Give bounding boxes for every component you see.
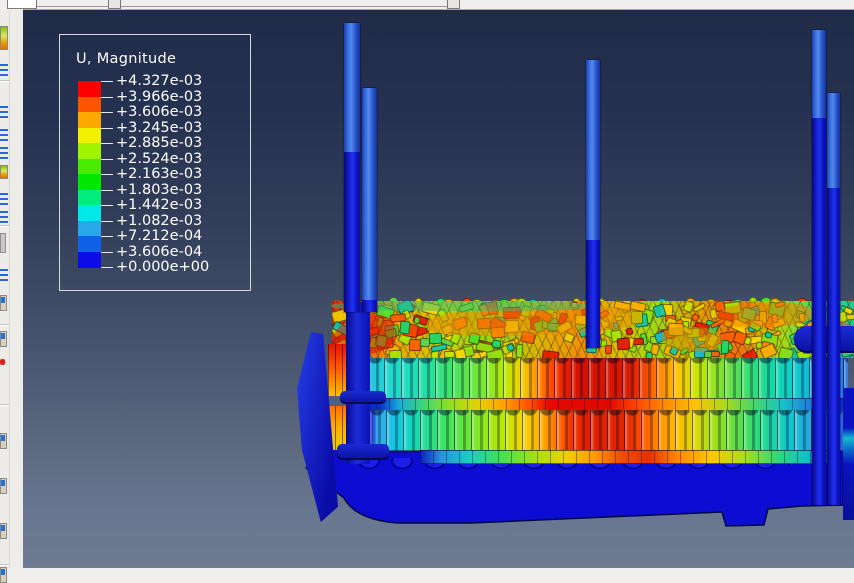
legend-values: +4.327e-03+3.966e-03+3.606e-03+3.245e-03…	[116, 81, 226, 267]
legend-swatch	[78, 252, 101, 268]
tie-rod	[362, 88, 377, 312]
toolbox-icon[interactable]	[0, 567, 7, 583]
toolbox-icon[interactable]	[0, 211, 8, 223]
toolbox-icon[interactable]	[0, 433, 7, 449]
legend-tick	[101, 128, 113, 129]
toolbox-divider	[0, 81, 9, 82]
legend-tick	[101, 159, 113, 160]
toolbox-icon[interactable]	[0, 478, 7, 494]
toolbox-icon[interactable]	[0, 165, 8, 179]
toolbox-icon[interactable]	[0, 523, 7, 539]
toolbar-field[interactable]	[7, 0, 37, 9]
toolbox-icon-accent	[1, 435, 5, 441]
toolbar-button[interactable]	[108, 0, 121, 9]
legend-tick	[101, 236, 113, 237]
toolbox-icon[interactable]	[0, 331, 7, 347]
top-toolbar-strip	[0, 0, 854, 10]
legend-tick	[101, 205, 113, 206]
tie-rod	[586, 60, 600, 348]
toolbox-icon-accent	[1, 569, 5, 575]
legend-swatch	[78, 174, 101, 190]
toolbox-icon[interactable]	[0, 193, 8, 205]
legend-swatch	[78, 205, 101, 221]
contour-legend: U, Magnitude +4.327e-03+3.966e-03+3.606e…	[59, 34, 251, 291]
toolbox-icon[interactable]	[0, 129, 8, 141]
legend-tick	[101, 112, 113, 113]
tie-rod	[812, 30, 826, 505]
toolbox-icon[interactable]	[0, 64, 8, 76]
toolbox-divider	[0, 325, 9, 326]
legend-tick	[101, 221, 113, 222]
legend-tick	[101, 174, 113, 175]
legend-swatch	[78, 190, 101, 206]
legend-swatch	[78, 236, 101, 252]
legend-tick	[101, 252, 113, 253]
toolbox-icon[interactable]	[0, 106, 8, 118]
rod-column	[346, 302, 370, 464]
toolbox-icon-accent	[1, 333, 5, 339]
toolbox-edge-line	[9, 10, 10, 568]
legend-swatch	[78, 143, 101, 159]
legend-tick	[101, 97, 113, 98]
toolbox-icon[interactable]	[0, 26, 8, 50]
legend-swatch	[78, 128, 101, 144]
legend-value: +0.000e+00	[116, 258, 209, 276]
legend-tick	[101, 143, 113, 144]
toolbox-icon-accent	[1, 480, 5, 486]
legend-swatch	[78, 81, 101, 97]
toolbar-field-edge	[37, 6, 447, 7]
toolbox-icon[interactable]	[0, 295, 7, 311]
tie-rod	[344, 23, 360, 312]
legend-color-bar	[78, 81, 101, 267]
rod-collar	[337, 444, 389, 460]
toolbar-button[interactable]	[447, 0, 460, 9]
cell-row-upper	[350, 358, 848, 399]
legend-swatch	[78, 221, 101, 237]
toolbox-divider	[0, 405, 9, 406]
cell-row-lower	[352, 410, 848, 451]
toolbox-divider	[0, 565, 9, 566]
toolbox-icon-accent	[1, 525, 5, 531]
toolbox-icon[interactable]	[0, 233, 6, 253]
legend-swatch	[78, 159, 101, 175]
legend-tick	[101, 190, 113, 191]
toolbox-icon[interactable]	[0, 147, 8, 159]
viewport-canvas[interactable]: U, Magnitude +4.327e-03+3.966e-03+3.606e…	[23, 10, 854, 568]
legend-title: U, Magnitude	[76, 51, 176, 67]
rod-collar	[340, 391, 386, 404]
viewport-top-border	[23, 9, 854, 10]
legend-tick	[101, 267, 113, 268]
abaqus-window: U, Magnitude +4.327e-03+3.966e-03+3.606e…	[0, 0, 854, 568]
toolbox-divider	[0, 226, 9, 227]
legend-ticks	[101, 81, 113, 267]
toolbox-icon-accent	[1, 297, 5, 303]
legend-swatch	[78, 112, 101, 128]
right-edge-sliver	[843, 388, 854, 520]
legend-swatch	[78, 97, 101, 113]
toolbox-icon[interactable]	[0, 269, 8, 281]
left-toolbox-strip	[0, 10, 23, 568]
tie-rod	[827, 93, 840, 505]
toolbox-icon[interactable]	[0, 359, 5, 365]
legend-tick	[101, 81, 113, 82]
bottom-rim	[420, 450, 836, 464]
